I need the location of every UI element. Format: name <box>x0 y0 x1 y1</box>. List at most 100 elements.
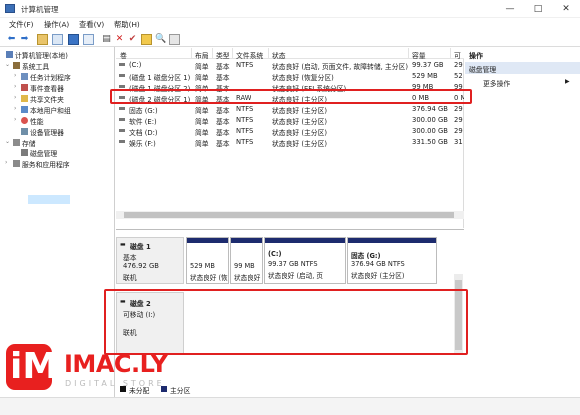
column-separator[interactable] <box>408 48 409 59</box>
partition-g[interactable]: 固态 (G:) 376.94 GB NTFS 状态良好 (主分区) <box>347 237 437 284</box>
table-row[interactable]: 文档 (D:) 简单 基本 NTFS 状态良好 (主分区) 300.00 GB … <box>116 126 464 137</box>
tree-item-device-manager[interactable]: 设备管理器 <box>30 127 64 137</box>
horizontal-scrollbar[interactable] <box>116 211 464 219</box>
services-apps-icon <box>13 160 20 167</box>
tree-item-event-viewer[interactable]: 事件查看器 <box>30 83 64 93</box>
cell-status: 状态良好 (主分区) <box>272 129 328 137</box>
cell-filesystem: NTFS <box>236 61 254 69</box>
task-scheduler-icon <box>21 73 28 80</box>
minimize-button[interactable]: — <box>496 0 524 18</box>
tree-item-storage[interactable]: 存储 <box>22 138 36 148</box>
volume-list-header: 卷 布局 类型 文件系统 状态 容量 可 <box>116 48 464 60</box>
column-header-capacity[interactable]: 容量 <box>412 50 426 60</box>
table-row[interactable]: 软件 (E:) 简单 基本 NTFS 状态良好 (主分区) 300.00 GB … <box>116 115 464 126</box>
collapse-icon[interactable]: ⌄ <box>5 61 10 68</box>
disk-1-label[interactable]: ▬ 磁盘 1 基本 476.92 GB 联机 <box>116 237 184 284</box>
column-separator[interactable] <box>268 48 269 59</box>
column-header-type[interactable]: 类型 <box>216 50 230 60</box>
column-separator[interactable] <box>232 48 233 59</box>
column-header-layout[interactable]: 布局 <box>195 50 209 60</box>
scrollbar-thumb[interactable] <box>124 212 454 218</box>
volume-icon <box>119 63 125 66</box>
maximize-button[interactable]: □ <box>524 0 552 18</box>
tree-item-system-tools[interactable]: 系统工具 <box>22 61 49 71</box>
expand-icon[interactable]: › <box>14 83 16 90</box>
column-header-filesystem[interactable]: 文件系统 <box>236 50 263 60</box>
tree-item-disk-management[interactable]: 磁盘管理 <box>30 148 57 158</box>
cell-layout: 简单 <box>195 107 209 115</box>
up-folder-icon[interactable] <box>37 34 48 45</box>
tree-item-local-users-groups[interactable]: 本地用户和组 <box>30 105 71 115</box>
cell-volume: 文档 (D:) <box>129 129 158 137</box>
computer-management-icon <box>5 4 15 13</box>
volume-icon <box>119 74 125 77</box>
partition-efi[interactable]: 99 MB 状态良好 <box>230 237 263 284</box>
expand-icon[interactable]: › <box>5 159 7 166</box>
more-actions-item[interactable]: 更多操作 <box>483 78 510 88</box>
column-header-free[interactable]: 可 <box>454 50 461 60</box>
menu-file[interactable]: 文件(F) <box>9 20 33 30</box>
delete-icon[interactable]: ✕ <box>114 34 125 45</box>
actions-title: 操作 <box>469 52 483 60</box>
computer-icon <box>6 51 13 58</box>
tree-item-task-scheduler[interactable]: 任务计划程序 <box>30 72 71 82</box>
menu-help[interactable]: 帮助(H) <box>114 20 140 30</box>
table-row[interactable]: 固态 (G:) 简单 基本 NTFS 状态良好 (主分区) 376.94 GB … <box>116 104 464 115</box>
expand-icon[interactable]: › <box>14 105 16 112</box>
table-row[interactable]: 娱乐 (F:) 简单 基本 NTFS 状态良好 (主分区) 331.50 GB … <box>116 137 464 148</box>
tree-item-shared-folders[interactable]: 共享文件夹 <box>30 94 64 104</box>
back-icon[interactable]: ⬅ <box>6 34 17 45</box>
properties-icon[interactable] <box>169 34 180 45</box>
check-icon[interactable]: ✔ <box>127 34 138 45</box>
logo-subtext: DIGITAL STORE <box>65 379 165 388</box>
toolbar: ⬅ ➡ ▤ ✕ ✔ 🔍 <box>0 32 580 47</box>
title-bar: 计算机管理 — □ ✕ <box>0 0 580 18</box>
expand-icon[interactable]: › <box>14 116 16 123</box>
partition-status: 状态良好 (主分区) <box>351 272 405 280</box>
expand-icon[interactable]: › <box>14 94 16 101</box>
view-icon[interactable]: ▤ <box>101 34 112 45</box>
actions-pane: 操作 磁盘管理 更多操作 ▶ <box>465 48 580 415</box>
zoom-icon[interactable]: 🔍 <box>155 34 166 45</box>
cell-layout: 简单 <box>195 140 209 148</box>
menu-view[interactable]: 查看(V) <box>79 20 104 30</box>
help-icon[interactable] <box>83 34 94 45</box>
column-separator[interactable] <box>212 48 213 59</box>
disk-management-icon <box>21 149 28 156</box>
column-separator[interactable] <box>450 48 451 59</box>
disk-1-type: 基本 <box>123 254 137 262</box>
table-row[interactable]: (C:) 简单 基本 NTFS 状态良好 (启动, 页面文件, 故障转储, 主分… <box>116 60 464 71</box>
partition-c[interactable]: (C:) 99.37 GB NTFS 状态良好 (启动, 页 <box>264 237 346 284</box>
tree-item-performance[interactable]: 性能 <box>30 116 44 126</box>
folder-icon[interactable] <box>141 34 152 45</box>
disk-icon: ▬ <box>120 241 126 248</box>
cell-capacity: 300.00 GB <box>412 127 448 135</box>
menu-action[interactable]: 操作(A) <box>44 20 69 30</box>
column-separator[interactable] <box>191 48 192 59</box>
device-manager-icon <box>21 128 28 135</box>
users-groups-icon <box>21 106 28 113</box>
table-row[interactable]: (磁盘 1 磁盘分区 1) 简单 基本 状态良好 (恢复分区) 529 MB 5… <box>116 71 464 82</box>
close-button[interactable]: ✕ <box>552 0 580 18</box>
cell-volume: 固态 (G:) <box>129 107 158 115</box>
show-hide-tree-icon[interactable] <box>52 34 63 45</box>
expand-icon[interactable]: › <box>14 72 16 79</box>
column-header-status[interactable]: 状态 <box>272 50 286 60</box>
actions-section-disk-management[interactable]: 磁盘管理 <box>465 62 580 74</box>
partition-status: 状态良好 <box>234 274 261 282</box>
tree-item-computer-management[interactable]: 计算机管理(本地) <box>15 50 68 60</box>
cell-type: 基本 <box>216 74 230 82</box>
highlight-box-disk2-partition-row <box>110 89 472 104</box>
cell-capacity: 529 MB <box>412 72 438 80</box>
partition-status: 状态良好 (启动, 页 <box>268 272 324 280</box>
properties-icon[interactable] <box>68 34 79 45</box>
cell-status: 状态良好 (主分区) <box>272 107 328 115</box>
forward-icon[interactable]: ➡ <box>19 34 30 45</box>
partition-bar <box>231 238 262 243</box>
partition-recovery[interactable]: 529 MB 状态良好 (恢 <box>186 237 229 284</box>
watermark-logo: iM IMAC.LY DIGITAL STORE <box>6 338 186 398</box>
column-header-volume[interactable]: 卷 <box>120 50 127 60</box>
partition-bar <box>348 238 436 243</box>
tree-item-services-apps[interactable]: 服务和应用程序 <box>22 159 70 169</box>
collapse-icon[interactable]: ⌄ <box>5 138 10 145</box>
